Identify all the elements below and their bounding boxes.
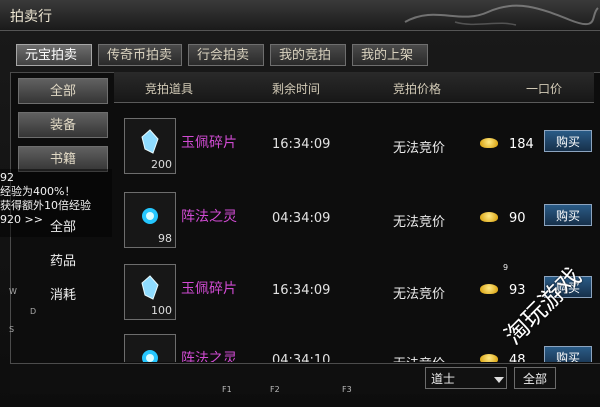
item-name: 阵法之灵 xyxy=(181,209,237,225)
item-slot[interactable]: 200 xyxy=(124,118,176,174)
item-slot[interactable]: 100 xyxy=(124,264,176,320)
buyout-price: 90 xyxy=(509,211,526,226)
gold-ingot-icon xyxy=(480,284,498,294)
tab-legend-coin-auction[interactable]: 传奇币拍卖 xyxy=(98,44,182,66)
buy-label: 购买 xyxy=(555,209,580,223)
footer-bar xyxy=(10,363,600,394)
tab-my-bids[interactable]: 我的竞拍 xyxy=(270,44,346,66)
bid-status: 无法竞价 xyxy=(393,287,446,302)
category-label: 全部 xyxy=(49,84,76,99)
tab-guild-auction[interactable]: 行会拍卖 xyxy=(188,44,264,66)
buy-label: 购买 xyxy=(555,351,580,362)
all-filter-button[interactable]: 全部 xyxy=(514,367,556,389)
header-bid: 竞拍价格 xyxy=(393,82,442,96)
hotkey-label: F3 xyxy=(342,385,352,394)
crystal-shard-icon xyxy=(141,129,159,154)
buy-label: 购买 xyxy=(555,135,580,149)
notification-line: 92 xyxy=(0,171,14,184)
remaining-time: 16:34:09 xyxy=(272,283,331,298)
blue-orb-icon xyxy=(142,350,158,362)
selected-job: 道士 xyxy=(431,372,456,386)
item-slot[interactable]: 98 xyxy=(124,192,176,248)
filter-label: 全部 xyxy=(522,372,547,386)
tab-label: 行会拍卖 xyxy=(197,48,250,63)
compass-s: S xyxy=(9,325,15,334)
tab-label: 传奇币拍卖 xyxy=(107,48,173,63)
bid-status: 无法竞价 xyxy=(393,141,446,156)
blue-orb-icon xyxy=(142,208,158,224)
category-label: 装备 xyxy=(49,118,76,133)
window-title: 拍卖行 xyxy=(10,9,52,25)
minor-marker: 9 xyxy=(503,263,509,272)
tab-my-listings[interactable]: 我的上架 xyxy=(352,44,428,66)
gold-ingot-icon xyxy=(480,354,498,362)
category-all-button[interactable]: 全部 xyxy=(18,78,108,104)
notification-line: 获得额外10倍经验 xyxy=(0,199,91,212)
tab-label: 我的上架 xyxy=(361,48,414,63)
subcategory-label: 全部 xyxy=(49,220,76,235)
header-buyout: 一口价 xyxy=(526,82,563,96)
remaining-time: 04:34:09 xyxy=(272,211,331,226)
buyout-price: 93 xyxy=(509,283,526,298)
notification-line: 经验为400%！ xyxy=(0,185,76,198)
remaining-time: 04:34:10 xyxy=(272,353,331,362)
subcategory-medicine[interactable]: 药品 xyxy=(18,250,108,269)
bid-status: 无法竞价 xyxy=(393,353,445,362)
buy-button[interactable]: 购买 xyxy=(544,204,592,226)
subcategory-all[interactable]: 全部 xyxy=(18,216,108,235)
item-name: 玉佩碎片 xyxy=(181,281,237,297)
item-name: 阵法之灵 xyxy=(181,351,237,362)
bid-status: 无法竞价 xyxy=(393,215,446,230)
dragon-ornament-icon xyxy=(404,4,599,26)
hotkey-label: F1 xyxy=(222,385,232,394)
item-count: 200 xyxy=(151,158,172,171)
compass-w: W xyxy=(9,287,17,296)
item-name: 玉佩碎片 xyxy=(181,135,237,151)
item-count: 100 xyxy=(151,304,172,317)
tab-label: 元宝拍卖 xyxy=(25,48,78,63)
title-bar: 拍卖行 xyxy=(0,0,600,31)
remaining-time: 16:34:09 xyxy=(272,137,331,152)
gold-ingot-icon xyxy=(480,138,498,148)
item-slot[interactable] xyxy=(124,334,176,362)
tab-yuanbao-auction[interactable]: 元宝拍卖 xyxy=(16,44,92,66)
buyout-price: 184 xyxy=(509,137,534,152)
buy-button[interactable]: 购买 xyxy=(544,130,592,152)
table-header: 竞拍道具 剩余时间 竞拍价格 一口价 xyxy=(114,72,594,103)
header-item: 竞拍道具 xyxy=(145,82,194,96)
header-time: 剩余时间 xyxy=(272,82,321,96)
gold-ingot-icon xyxy=(480,212,498,222)
tab-label: 我的竞拍 xyxy=(279,48,332,63)
item-count: 98 xyxy=(158,232,172,245)
subcategory-consumables[interactable]: 消耗 xyxy=(18,284,108,303)
crystal-shard-icon xyxy=(141,275,159,300)
compass-d: D xyxy=(30,307,37,316)
category-equipment-button[interactable]: 装备 xyxy=(18,112,108,138)
hotkey-label: F2 xyxy=(270,385,280,394)
chevron-down-icon[interactable] xyxy=(494,377,504,383)
table-row: 200 玉佩碎片 16:34:09 无法竞价 184 购买 xyxy=(114,110,594,180)
buyout-price: 48 xyxy=(509,353,526,362)
table-row: 98 阵法之灵 04:34:09 无法竞价 90 购买 xyxy=(114,184,594,254)
subcategory-label: 消耗 xyxy=(49,288,76,303)
buy-button[interactable]: 购买 xyxy=(544,346,592,362)
subcategory-label: 药品 xyxy=(49,254,76,269)
category-label: 书籍 xyxy=(49,152,76,167)
